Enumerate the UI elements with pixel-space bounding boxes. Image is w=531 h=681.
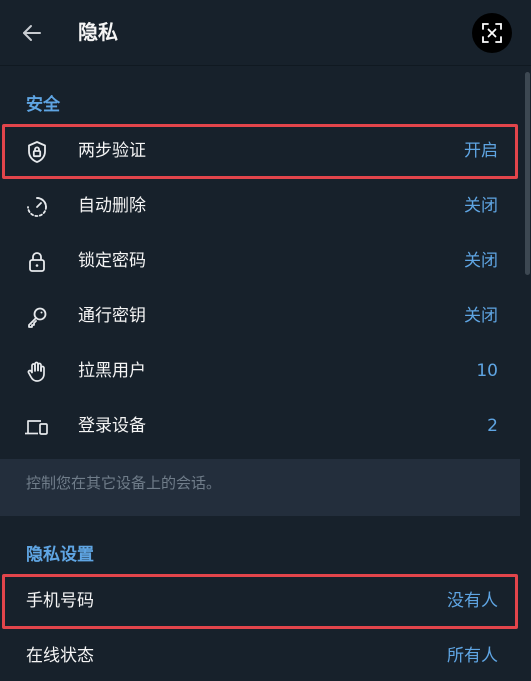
section-title-security: 安全 bbox=[26, 95, 60, 115]
active-sessions-row[interactable]: 登录设备 2 bbox=[2, 399, 518, 454]
section-title-privacy: 隐私设置 bbox=[26, 545, 94, 565]
header: 隐私 bbox=[0, 0, 531, 66]
settings-list[interactable]: 安全 两步验证 开启 自动删除 关闭 锁定密码 关闭 通行密钥 关闭 拉黑用户 … bbox=[0, 66, 520, 681]
blocked-users-row[interactable]: 拉黑用户 10 bbox=[2, 344, 518, 399]
close-button[interactable] bbox=[472, 13, 512, 53]
row-value: 没有人 bbox=[447, 591, 498, 611]
scrollbar[interactable] bbox=[525, 72, 530, 275]
row-value: 所有人 bbox=[447, 646, 498, 666]
row-label: 手机号码 bbox=[26, 591, 94, 611]
row-value: 2 bbox=[487, 416, 498, 436]
two-step-verification-row[interactable]: 两步验证 开启 bbox=[2, 124, 518, 179]
phone-number-row[interactable]: 手机号码 没有人 bbox=[2, 574, 518, 629]
devices-icon bbox=[24, 414, 50, 440]
close-icon bbox=[481, 22, 503, 44]
timer-icon bbox=[24, 194, 50, 220]
lock-icon bbox=[24, 249, 50, 275]
row-label: 登录设备 bbox=[78, 416, 146, 436]
page-title: 隐私 bbox=[78, 20, 118, 44]
lock-shield-icon bbox=[24, 139, 50, 165]
last-seen-row[interactable]: 在线状态 所有人 bbox=[2, 629, 518, 681]
row-value: 开启 bbox=[464, 141, 498, 161]
row-label: 在线状态 bbox=[26, 646, 94, 666]
privacy-settings-window: 隐私 安全 两步验证 开启 自动删除 关闭 锁定密码 关闭 通行密钥 关闭 拉黑… bbox=[0, 0, 531, 681]
passcode-lock-row[interactable]: 锁定密码 关闭 bbox=[2, 234, 518, 289]
key-icon bbox=[24, 304, 50, 330]
row-label: 通行密钥 bbox=[78, 306, 146, 326]
back-button[interactable] bbox=[12, 13, 52, 53]
row-value: 关闭 bbox=[464, 251, 498, 271]
arrow-left-icon bbox=[20, 21, 44, 45]
row-label: 锁定密码 bbox=[78, 251, 146, 271]
row-value: 关闭 bbox=[464, 306, 498, 326]
row-value: 关闭 bbox=[464, 196, 498, 216]
row-label: 自动删除 bbox=[78, 196, 146, 216]
row-label: 拉黑用户 bbox=[78, 361, 146, 381]
passkeys-row[interactable]: 通行密钥 关闭 bbox=[2, 289, 518, 344]
sessions-hint: 控制您在其它设备上的会话。 bbox=[0, 459, 520, 516]
row-label: 两步验证 bbox=[78, 141, 146, 161]
hand-icon bbox=[24, 359, 50, 385]
row-value: 10 bbox=[476, 361, 498, 381]
auto-delete-row[interactable]: 自动删除 关闭 bbox=[2, 179, 518, 234]
